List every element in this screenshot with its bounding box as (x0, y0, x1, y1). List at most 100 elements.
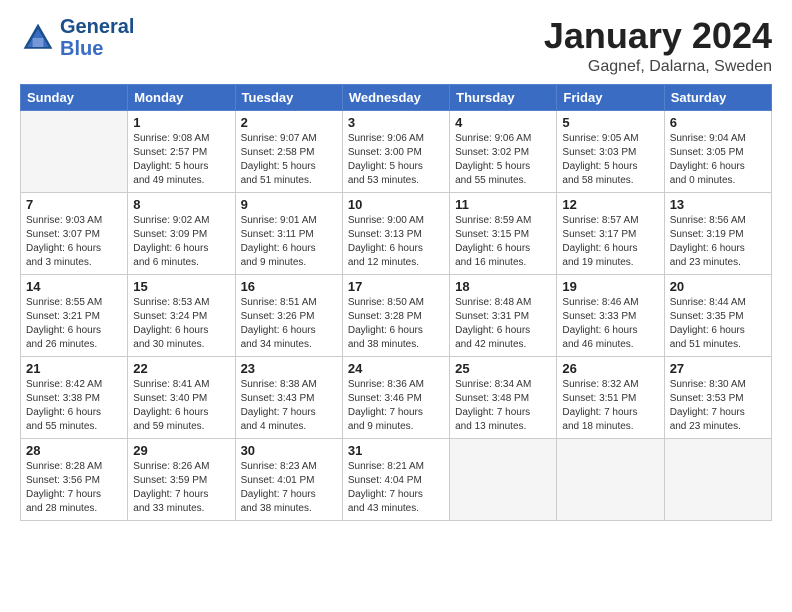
day-number: 26 (562, 361, 658, 376)
day-number: 7 (26, 197, 122, 212)
calendar-cell: 15 Sunrise: 8:53 AM Sunset: 3:24 PM Dayli… (128, 274, 235, 356)
day-number: 12 (562, 197, 658, 212)
calendar-cell: 7 Sunrise: 9:03 AM Sunset: 3:07 PM Daylig… (21, 192, 128, 274)
day-info: Sunrise: 8:44 AM Sunset: 3:35 PM Dayligh… (670, 296, 766, 352)
calendar-cell: 30 Sunrise: 8:23 AM Sunset: 4:01 PM Dayli… (235, 438, 342, 520)
week-row-0: 1 Sunrise: 9:08 AM Sunset: 2:57 PM Daylig… (21, 110, 772, 192)
day-info: Sunrise: 8:41 AM Sunset: 3:40 PM Dayligh… (133, 378, 229, 434)
logo-general: General (60, 16, 134, 38)
day-number: 3 (348, 115, 444, 130)
week-row-3: 21 Sunrise: 8:42 AM Sunset: 3:38 PM Dayli… (21, 356, 772, 438)
calendar-cell: 29Sunrise: 8:26 AM Sunset: 3:59 PM Dayli… (128, 438, 235, 520)
day-info: Sunrise: 8:34 AM Sunset: 3:48 PM Dayligh… (455, 378, 551, 434)
weekday-header-saturday: Saturday (664, 84, 771, 110)
logo-blue: Blue (60, 38, 134, 60)
calendar-cell: 22 Sunrise: 8:41 AM Sunset: 3:40 PM Dayli… (128, 356, 235, 438)
calendar-cell: 23Sunrise: 8:38 AM Sunset: 3:43 PM Dayli… (235, 356, 342, 438)
calendar-cell (664, 438, 771, 520)
day-number: 31 (348, 443, 444, 458)
calendar-cell: 17 Sunrise: 8:50 AM Sunset: 3:28 PM Dayli… (342, 274, 449, 356)
day-info: Sunrise: 9:02 AM Sunset: 3:09 PM Dayligh… (133, 214, 229, 270)
calendar-cell: 10Sunrise: 9:00 AM Sunset: 3:13 PM Dayli… (342, 192, 449, 274)
weekday-header-wednesday: Wednesday (342, 84, 449, 110)
calendar-cell: 9Sunrise: 9:01 AM Sunset: 3:11 PM Daylig… (235, 192, 342, 274)
day-info: Sunrise: 8:46 AM Sunset: 3:33 PM Dayligh… (562, 296, 658, 352)
logo-icon (20, 20, 56, 56)
weekday-header-friday: Friday (557, 84, 664, 110)
day-info: Sunrise: 9:01 AM Sunset: 3:11 PM Dayligh… (241, 214, 337, 270)
calendar-cell: 8Sunrise: 9:02 AM Sunset: 3:09 PM Daylig… (128, 192, 235, 274)
day-info: Sunrise: 9:07 AM Sunset: 2:58 PM Dayligh… (241, 132, 337, 188)
day-number: 20 (670, 279, 766, 294)
day-number: 23 (241, 361, 337, 376)
logo: General Blue (20, 16, 134, 60)
calendar-cell: 6 Sunrise: 9:04 AM Sunset: 3:05 PM Daylig… (664, 110, 771, 192)
day-info: Sunrise: 8:56 AM Sunset: 3:19 PM Dayligh… (670, 214, 766, 270)
day-info: Sunrise: 9:04 AM Sunset: 3:05 PM Dayligh… (670, 132, 766, 188)
calendar-cell: 13 Sunrise: 8:56 AM Sunset: 3:19 PM Dayli… (664, 192, 771, 274)
weekday-header-sunday: Sunday (21, 84, 128, 110)
calendar-cell: 14Sunrise: 8:55 AM Sunset: 3:21 PM Dayli… (21, 274, 128, 356)
day-number: 18 (455, 279, 551, 294)
day-info: Sunrise: 8:36 AM Sunset: 3:46 PM Dayligh… (348, 378, 444, 434)
day-info: Sunrise: 9:06 AM Sunset: 3:00 PM Dayligh… (348, 132, 444, 188)
location-title: Gagnef, Dalarna, Sweden (544, 58, 772, 76)
weekday-header-tuesday: Tuesday (235, 84, 342, 110)
day-info: Sunrise: 8:42 AM Sunset: 3:38 PM Dayligh… (26, 378, 122, 434)
day-info: Sunrise: 8:53 AM Sunset: 3:24 PM Dayligh… (133, 296, 229, 352)
day-info: Sunrise: 8:32 AM Sunset: 3:51 PM Dayligh… (562, 378, 658, 434)
day-number: 27 (670, 361, 766, 376)
calendar-cell: 27Sunrise: 8:30 AM Sunset: 3:53 PM Dayli… (664, 356, 771, 438)
day-info: Sunrise: 8:26 AM Sunset: 3:59 PM Dayligh… (133, 460, 229, 516)
calendar-cell (557, 438, 664, 520)
calendar-cell: 24 Sunrise: 8:36 AM Sunset: 3:46 PM Dayli… (342, 356, 449, 438)
calendar-cell: 21 Sunrise: 8:42 AM Sunset: 3:38 PM Dayli… (21, 356, 128, 438)
calendar-cell: 3 Sunrise: 9:06 AM Sunset: 3:00 PM Daylig… (342, 110, 449, 192)
day-number: 6 (670, 115, 766, 130)
week-row-4: 28Sunrise: 8:28 AM Sunset: 3:56 PM Dayli… (21, 438, 772, 520)
day-number: 30 (241, 443, 337, 458)
day-info: Sunrise: 8:21 AM Sunset: 4:04 PM Dayligh… (348, 460, 444, 516)
day-number: 1 (133, 115, 229, 130)
day-number: 5 (562, 115, 658, 130)
calendar-cell (21, 110, 128, 192)
day-number: 22 (133, 361, 229, 376)
title-block: January 2024 Gagnef, Dalarna, Sweden (544, 16, 772, 76)
calendar-cell: 11Sunrise: 8:59 AM Sunset: 3:15 PM Dayli… (450, 192, 557, 274)
day-info: Sunrise: 9:05 AM Sunset: 3:03 PM Dayligh… (562, 132, 658, 188)
calendar-cell: 18 Sunrise: 8:48 AM Sunset: 3:31 PM Dayli… (450, 274, 557, 356)
weekday-header-monday: Monday (128, 84, 235, 110)
day-info: Sunrise: 8:57 AM Sunset: 3:17 PM Dayligh… (562, 214, 658, 270)
weekday-header-thursday: Thursday (450, 84, 557, 110)
calendar-cell: 4Sunrise: 9:06 AM Sunset: 3:02 PM Daylig… (450, 110, 557, 192)
week-row-1: 7 Sunrise: 9:03 AM Sunset: 3:07 PM Daylig… (21, 192, 772, 274)
calendar-cell: 31 Sunrise: 8:21 AM Sunset: 4:04 PM Dayli… (342, 438, 449, 520)
day-number: 11 (455, 197, 551, 212)
day-number: 13 (670, 197, 766, 212)
day-number: 16 (241, 279, 337, 294)
calendar-cell: 1 Sunrise: 9:08 AM Sunset: 2:57 PM Daylig… (128, 110, 235, 192)
day-number: 2 (241, 115, 337, 130)
day-info: Sunrise: 9:08 AM Sunset: 2:57 PM Dayligh… (133, 132, 229, 188)
calendar-cell: 2 Sunrise: 9:07 AM Sunset: 2:58 PM Daylig… (235, 110, 342, 192)
calendar-cell: 25 Sunrise: 8:34 AM Sunset: 3:48 PM Dayli… (450, 356, 557, 438)
day-number: 24 (348, 361, 444, 376)
calendar-cell (450, 438, 557, 520)
day-number: 21 (26, 361, 122, 376)
day-number: 15 (133, 279, 229, 294)
day-number: 17 (348, 279, 444, 294)
day-info: Sunrise: 9:03 AM Sunset: 3:07 PM Dayligh… (26, 214, 122, 270)
day-info: Sunrise: 9:00 AM Sunset: 3:13 PM Dayligh… (348, 214, 444, 270)
day-number: 25 (455, 361, 551, 376)
calendar-cell: 16 Sunrise: 8:51 AM Sunset: 3:26 PM Dayli… (235, 274, 342, 356)
day-info: Sunrise: 8:23 AM Sunset: 4:01 PM Dayligh… (241, 460, 337, 516)
day-info: Sunrise: 8:55 AM Sunset: 3:21 PM Dayligh… (26, 296, 122, 352)
day-info: Sunrise: 8:51 AM Sunset: 3:26 PM Dayligh… (241, 296, 337, 352)
week-row-2: 14Sunrise: 8:55 AM Sunset: 3:21 PM Dayli… (21, 274, 772, 356)
calendar-cell: 28Sunrise: 8:28 AM Sunset: 3:56 PM Dayli… (21, 438, 128, 520)
calendar-cell: 5 Sunrise: 9:05 AM Sunset: 3:03 PM Daylig… (557, 110, 664, 192)
day-info: Sunrise: 8:50 AM Sunset: 3:28 PM Dayligh… (348, 296, 444, 352)
day-info: Sunrise: 8:48 AM Sunset: 3:31 PM Dayligh… (455, 296, 551, 352)
page: General Blue January 2024 Gagnef, Dalarn… (0, 0, 792, 531)
day-number: 28 (26, 443, 122, 458)
